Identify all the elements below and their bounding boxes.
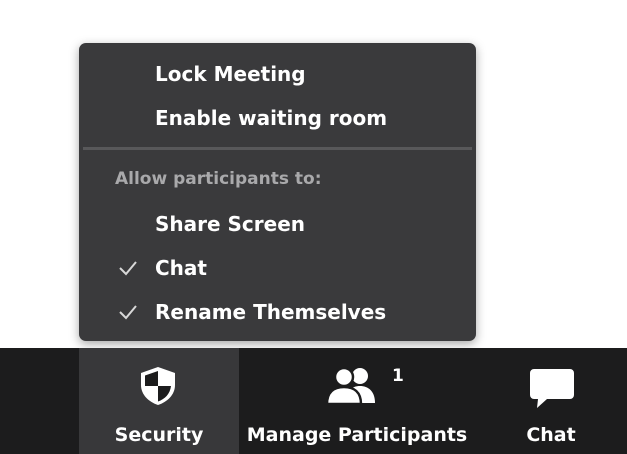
share-screen-item[interactable]: Share Screen	[79, 205, 476, 243]
checkmark-icon	[119, 305, 137, 320]
lock-meeting-item[interactable]: Lock Meeting	[79, 55, 476, 93]
checkmark-icon	[119, 261, 137, 276]
security-menu: Lock Meeting Enable waiting room Allow p…	[79, 43, 476, 341]
enable-waiting-room-label: Enable waiting room	[155, 106, 388, 130]
chat-permission-item[interactable]: Chat	[79, 249, 476, 287]
participants-icon	[326, 366, 375, 406]
security-button[interactable]: Security	[79, 348, 239, 454]
menu-divider	[83, 147, 472, 150]
allow-participants-header: Allow participants to:	[115, 169, 322, 189]
security-label: Security	[114, 424, 204, 446]
manage-participants-label: Manage Participants	[246, 424, 468, 446]
manage-participants-button[interactable]: 1 Manage Participants	[239, 348, 475, 454]
enable-waiting-room-item[interactable]: Enable waiting room	[79, 99, 476, 137]
chat-bubble-icon	[530, 369, 574, 408]
meeting-toolbar: Security 1 Manage Participants Chat	[0, 348, 627, 454]
chat-label: Chat	[526, 424, 576, 446]
lock-meeting-label: Lock Meeting	[155, 62, 306, 86]
rename-themselves-label: Rename Themselves	[155, 300, 387, 324]
chat-button[interactable]: Chat	[475, 348, 627, 454]
share-screen-label: Share Screen	[155, 212, 306, 236]
rename-themselves-item[interactable]: Rename Themselves	[79, 293, 476, 331]
participant-count-badge: 1	[392, 366, 404, 386]
chat-permission-label: Chat	[155, 256, 207, 280]
shield-icon	[141, 367, 175, 405]
